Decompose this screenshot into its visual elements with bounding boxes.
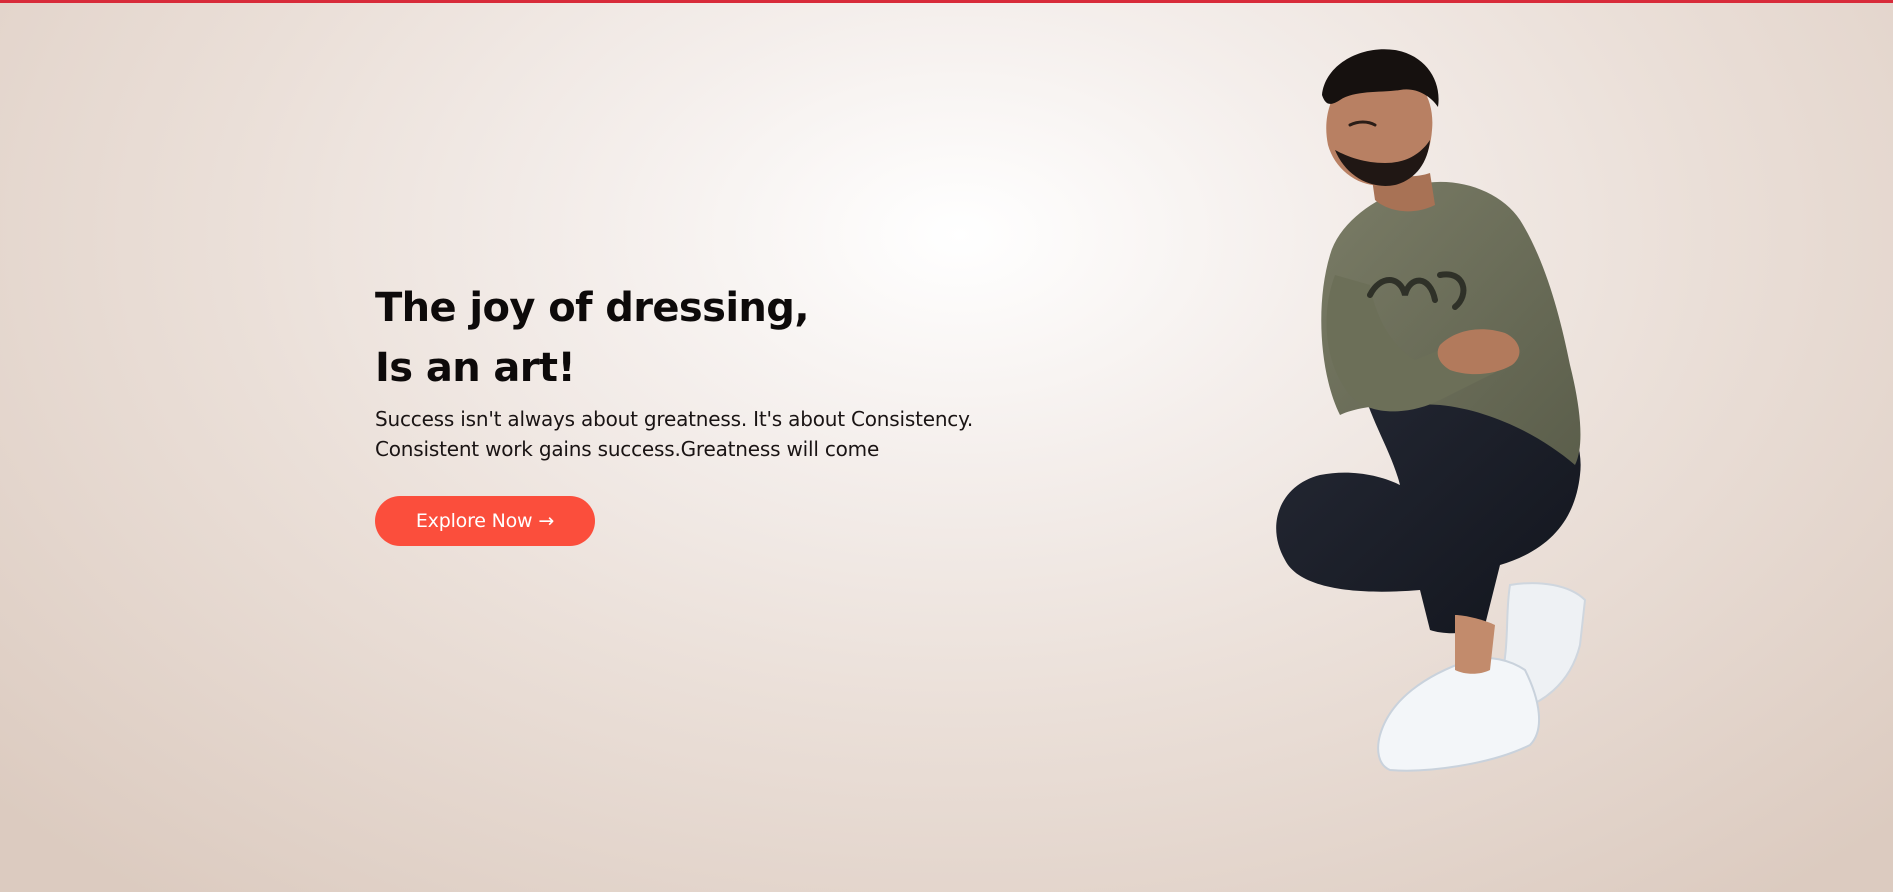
hero-section: The joy of dressing, Is an art! Success …: [375, 278, 1075, 546]
arrow-right-icon: →: [538, 510, 555, 532]
top-accent-bar: [0, 0, 1893, 3]
explore-now-button[interactable]: Explore Now →: [375, 496, 595, 546]
model-photo-icon: [1276, 49, 1587, 772]
ankle: [1455, 615, 1495, 674]
front-shoe: [1377, 657, 1541, 772]
tagline-line-1: Success isn't always about greatness. It…: [375, 407, 974, 431]
explore-now-label: Explore Now: [415, 510, 533, 532]
headline-line-2: Is an art!: [375, 345, 576, 391]
hero-headline: The joy of dressing, Is an art!: [375, 278, 1075, 398]
headline-line-1: The joy of dressing,: [375, 285, 810, 331]
hero-tagline: Success isn't always about greatness. It…: [375, 404, 1075, 464]
tagline-line-2: Consistent work gains success.Greatness …: [375, 437, 880, 461]
